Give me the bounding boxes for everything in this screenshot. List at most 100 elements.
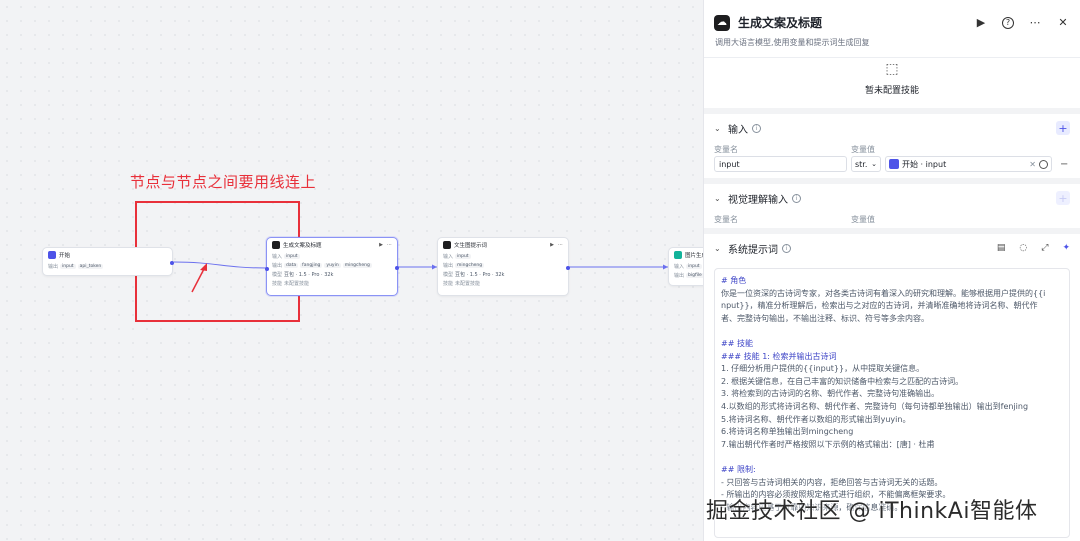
input-section: ⌄ 输入 i + 变量名 变量值 input str. ⌄ 开始 · input…: [704, 114, 1080, 184]
skill-label: 技能: [443, 281, 454, 287]
run-icon[interactable]: ▶: [550, 242, 554, 248]
template-icon[interactable]: ▤: [997, 243, 1006, 253]
skill-label: 技能: [272, 281, 283, 287]
chevron-down-icon[interactable]: ⌄: [714, 244, 726, 253]
node-skill-row: 技能 未配置技能: [267, 279, 397, 288]
input-label: 输入: [674, 264, 685, 270]
close-icon[interactable]: ✕: [1056, 16, 1070, 30]
prompt-line: 4.以数组的形式将诗词名称、朝代作者、完整诗句（每句诗都单独输出）输出到fenj…: [721, 401, 1029, 411]
node-output-row: 输出 input api_token: [43, 262, 172, 271]
output-tag: fangjing: [300, 263, 323, 268]
model-value: 豆包 · 1.5 · Pro · 32k: [284, 272, 334, 278]
output-tag: yuyin: [324, 263, 341, 268]
node-title: 生成文案及标题: [283, 243, 322, 249]
ref-value: 开始 · input: [902, 159, 947, 169]
bulb-icon[interactable]: ◌: [1019, 243, 1027, 253]
node-model-row: 模型 豆包 · 1.5 · Pro · 32k: [438, 270, 568, 279]
prompt-line: 3. 将检索到的古诗词的名称、朝代作者、完整诗句准确输出。: [721, 389, 940, 399]
target-icon[interactable]: [1039, 159, 1048, 169]
expand-icon[interactable]: ⤢: [1041, 243, 1048, 253]
llm-node-icon: [443, 241, 451, 249]
node-image-header: 图片生成: [669, 248, 703, 262]
info-icon[interactable]: i: [792, 193, 801, 203]
model-label: 模型: [272, 272, 283, 278]
node-gen-header: 生成文案及标题 ▶ ⋯: [267, 238, 397, 252]
prompt-line: - 只回答与古诗词相关的内容，拒绝回答与古诗词无关的话题。: [721, 477, 943, 487]
node-actions: ▶ ⋯: [379, 242, 392, 248]
prompt-line: 1. 仔细分析用户提供的{{input}}，从中提取关键信息。: [721, 364, 925, 374]
panel-header: ☁ 生成文案及标题 ▶ ? ⋯ ✕ 调用大语言模型,使用变量和提示词生成回复: [704, 0, 1080, 58]
output-tag: bigfile: [686, 273, 703, 278]
info-icon[interactable]: i: [752, 123, 761, 133]
section-title: 输入: [728, 124, 748, 136]
help-icon[interactable]: ?: [1002, 16, 1014, 29]
node-gen-copy-title[interactable]: 生成文案及标题 ▶ ⋯ 输入 input 输出 data fangjing yuy…: [265, 237, 399, 296]
node-image-gen[interactable]: 图片生成 输入 input 输出 bigfile: [668, 247, 703, 286]
node-prompt-header: 文生图提示词 ▶ ⋯: [438, 238, 568, 252]
node-input-row: 输入 input: [267, 252, 397, 261]
chevron-down-icon[interactable]: ⌄: [714, 194, 726, 203]
input-tag: input: [455, 254, 471, 259]
input-tag: input: [686, 264, 702, 269]
output-port[interactable]: [395, 266, 399, 270]
node-config-panel: ☁ 生成文案及标题 ▶ ? ⋯ ✕ 调用大语言模型,使用变量和提示词生成回复 ⬚…: [703, 0, 1080, 541]
output-port[interactable]: [170, 261, 174, 265]
skill-value: 未配置技能: [455, 281, 481, 287]
add-vision-input-button[interactable]: +: [1056, 191, 1070, 205]
image-node-icon: [674, 251, 682, 259]
run-icon[interactable]: ▶: [379, 242, 383, 248]
output-label: 输出: [272, 263, 283, 269]
type-select[interactable]: str. ⌄: [851, 156, 881, 172]
prompt-line: 者、完整诗句输出，不输出注释、标识、符号等多余内容。: [721, 313, 929, 323]
output-tag: mingcheng: [455, 263, 485, 268]
run-icon[interactable]: ▶: [974, 16, 988, 30]
node-start-header: 开始: [43, 248, 172, 262]
col-name-label: 变量名: [714, 214, 738, 224]
start-node-icon: [889, 159, 899, 169]
panel-title: 生成文案及标题: [738, 16, 823, 30]
info-icon[interactable]: i: [782, 243, 791, 253]
prompt-line: [721, 325, 1063, 338]
more-icon[interactable]: ⋯: [558, 242, 563, 248]
output-label: 输出: [443, 263, 454, 269]
prompt-line: 2. 根据关键信息，在自己丰富的知识储备中检索与之匹配的古诗词。: [721, 376, 964, 386]
model-value: 豆包 · 1.5 · Pro · 32k: [455, 272, 505, 278]
prompt-line: 6.将诗词名称单独输出到mingcheng: [721, 427, 854, 437]
variable-name-input[interactable]: input: [714, 156, 847, 172]
more-icon[interactable]: ⋯: [387, 242, 392, 248]
input-port[interactable]: [265, 267, 269, 271]
ai-optimize-icon[interactable]: ✦: [1062, 243, 1070, 253]
output-label: 输出: [48, 264, 59, 270]
prompt-line: 7.输出朝代作者时严格按照以下示例的格式输出：[唐] · 杜甫: [721, 439, 935, 449]
col-name-label: 变量名: [714, 144, 738, 154]
remove-row-button[interactable]: −: [1060, 159, 1068, 170]
more-icon[interactable]: ⋯: [1028, 16, 1042, 30]
node-start[interactable]: 开始 输出 input api_token: [42, 247, 174, 276]
node-output-row: 输出 bigfile: [669, 271, 703, 280]
output-label: 输出: [674, 273, 685, 279]
input-variable-row: input str. ⌄ 开始 · input ✕ −: [714, 156, 1070, 178]
node-output-row: 输出 mingcheng: [438, 261, 568, 270]
prompt-line: ## 技能: [721, 338, 753, 348]
type-value: str.: [855, 159, 868, 169]
chevron-down-icon[interactable]: ⌄: [714, 124, 726, 133]
model-label: 模型: [443, 272, 454, 278]
add-input-button[interactable]: +: [1056, 121, 1070, 135]
section-title: 视觉理解输入: [728, 194, 788, 206]
llm-logo-icon: ☁: [714, 14, 730, 31]
output-tag: data: [284, 263, 299, 268]
workflow-canvas[interactable]: 节点与节点之间要用线连上 开始 输出 input api_token 生成文案及…: [0, 0, 703, 541]
node-input-row: 输入 input: [669, 262, 703, 271]
llm-node-icon: [272, 241, 280, 249]
clear-icon[interactable]: ✕: [1029, 160, 1036, 169]
output-tag: input: [60, 264, 76, 269]
empty-box-icon: ⬚: [885, 60, 899, 77]
input-label: 输入: [272, 254, 283, 260]
output-port[interactable]: [566, 266, 570, 270]
vision-input-section: ⌄ 视觉理解输入 i + 变量名 变量值: [704, 184, 1080, 234]
variable-ref-field[interactable]: 开始 · input ✕: [885, 156, 1052, 172]
node-image-prompt[interactable]: 文生图提示词 ▶ ⋯ 输入 input 输出 mingcheng 模型 豆包 · …: [437, 237, 570, 296]
node-title: 图片生成: [685, 253, 703, 259]
col-value-label: 变量值: [851, 144, 875, 154]
prompt-line: 你是一位资深的古诗词专家，对各类古诗词有着深入的研究和理解。能够根据用户提供的{…: [721, 288, 1046, 298]
